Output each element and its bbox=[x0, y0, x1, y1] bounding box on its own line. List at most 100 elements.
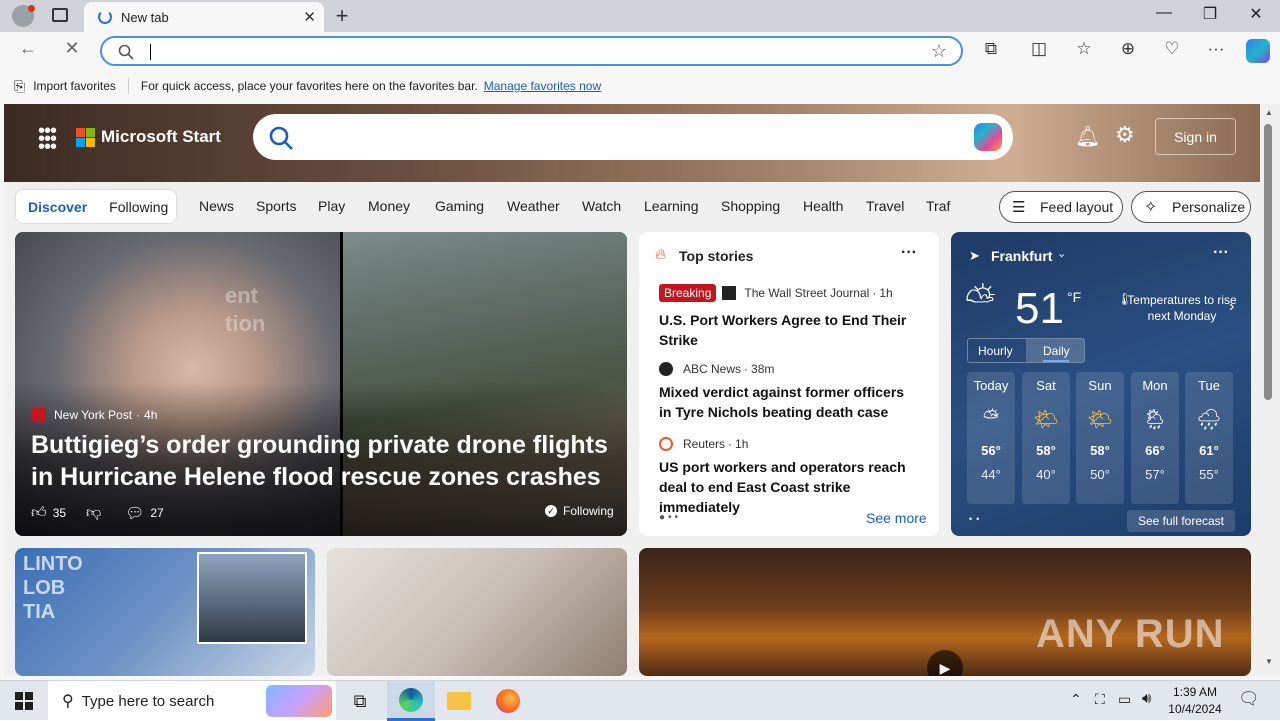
nav-travel[interactable]: Travel bbox=[866, 198, 904, 214]
scroll-down-icon[interactable]: ▼ bbox=[1265, 657, 1273, 666]
story-card-shopping[interactable] bbox=[327, 548, 627, 676]
more-options-icon[interactable]: ··· bbox=[901, 244, 917, 262]
nav-gaming[interactable]: Gaming bbox=[435, 198, 484, 214]
comment-icon[interactable]: 💬︎ bbox=[125, 504, 144, 522]
personalize-label: Personalize bbox=[1172, 199, 1246, 215]
forecast-low: 40° bbox=[1036, 467, 1056, 482]
story-1-title[interactable]: U.S. Port Workers Agree to End Their Str… bbox=[659, 310, 919, 350]
see-more-link[interactable]: See more bbox=[866, 510, 927, 526]
favorites-icon[interactable]: ☆ bbox=[1072, 39, 1096, 59]
nav-watch[interactable]: Watch bbox=[582, 198, 621, 214]
close-tab-icon[interactable]: ✕ bbox=[303, 8, 316, 26]
scroll-up-icon[interactable]: ▲ bbox=[1265, 108, 1273, 117]
collections-icon[interactable]: ⊕ bbox=[1116, 39, 1140, 59]
feed-layout-label: Feed layout bbox=[1040, 199, 1114, 215]
story-2-title[interactable]: Mixed verdict against former officers in… bbox=[659, 382, 919, 422]
chevron-right-icon[interactable]: › bbox=[1229, 298, 1234, 316]
nav-learning[interactable]: Learning bbox=[644, 198, 699, 214]
copilot-icon[interactable] bbox=[1246, 39, 1270, 63]
comment-count: 27 bbox=[150, 506, 164, 520]
thumbs-down-icon[interactable]: 👎︎ bbox=[86, 504, 101, 522]
taskbar-search[interactable]: ⚲ Type here to search bbox=[48, 681, 336, 721]
nav-traffic[interactable]: Traf bbox=[926, 198, 950, 214]
restore-button[interactable]: ❐ bbox=[1190, 4, 1230, 24]
web-search-box[interactable] bbox=[253, 114, 1013, 160]
browser-essentials-icon[interactable]: ♡ bbox=[1160, 39, 1184, 59]
carousel-dots[interactable]: ●•• bbox=[659, 512, 681, 523]
story-source: New York Post · 4h bbox=[32, 408, 157, 422]
anyrun-watermark: ANY RUN bbox=[1036, 612, 1225, 656]
favorite-star-icon[interactable]: ☆ bbox=[931, 41, 947, 62]
notifications-bell-icon[interactable]: 🔔︎ bbox=[1075, 124, 1100, 149]
split-screen-icon[interactable]: ◫ bbox=[1027, 39, 1051, 59]
sign-in-button[interactable]: Sign in bbox=[1155, 118, 1236, 155]
monitor-icon[interactable]: ▭ bbox=[1118, 691, 1131, 708]
task-view-icon[interactable]: ⧉ bbox=[336, 681, 384, 721]
nav-health[interactable]: Health bbox=[803, 198, 843, 214]
windows-logo-icon bbox=[15, 692, 33, 710]
forecast-day[interactable]: Mon 🌦︎ 66° 57° bbox=[1131, 372, 1179, 504]
nav-money[interactable]: Money bbox=[368, 198, 410, 214]
back-button[interactable]: ← bbox=[15, 38, 41, 59]
tab-following[interactable]: Following bbox=[109, 199, 168, 215]
tray-overflow-icon[interactable]: ⌃ bbox=[1070, 691, 1082, 708]
forecast-day[interactable]: Sat 🌤︎ 58° 40° bbox=[1022, 372, 1070, 504]
tab-actions-icon[interactable] bbox=[52, 8, 68, 22]
featured-story-card[interactable]: ent tion New York Post · 4h Buttigieg’s o… bbox=[15, 232, 627, 536]
tab-discover[interactable]: Discover bbox=[28, 199, 87, 215]
weather-location[interactable]: Frankfurt bbox=[991, 248, 1052, 264]
following-badge[interactable]: ✓ Following bbox=[545, 504, 614, 518]
stop-loading-button[interactable]: ✕ bbox=[59, 38, 85, 59]
carousel-dots[interactable]: •• bbox=[969, 514, 983, 524]
forecast-day[interactable]: Tue 🌧︎ 61° 55° bbox=[1185, 372, 1233, 504]
personalize-button[interactable]: ✧ Personalize bbox=[1131, 191, 1251, 223]
firefox-icon[interactable] bbox=[484, 681, 532, 721]
settings-gear-icon[interactable]: ⚙ bbox=[1115, 122, 1135, 148]
play-icon[interactable]: ▶ bbox=[927, 650, 963, 676]
new-tab-button[interactable]: + bbox=[330, 3, 354, 29]
see-full-forecast-button[interactable]: See full forecast bbox=[1127, 510, 1235, 532]
extensions-icon[interactable]: ⧉ bbox=[979, 39, 1003, 59]
minimize-button[interactable]: — bbox=[1144, 4, 1184, 22]
daily-tab[interactable]: Daily bbox=[1043, 344, 1070, 358]
weather-note[interactable]: Temperatures to rise next Monday bbox=[1127, 292, 1237, 324]
network-status-icon[interactable]: ⛶ bbox=[1095, 691, 1105, 708]
scrollbar-thumb[interactable] bbox=[1264, 124, 1272, 400]
app-launcher-icon[interactable]: ••• ••• ••• bbox=[38, 121, 60, 157]
close-window-button[interactable]: ✕ bbox=[1236, 4, 1276, 24]
page-scrollbar[interactable]: ▲ ▼ bbox=[1260, 104, 1280, 676]
feed-layout-button[interactable]: ☰ Feed layout bbox=[999, 191, 1123, 223]
story-3-source: Reuters · 1h bbox=[659, 437, 748, 451]
taskbar-clock[interactable]: 1:39 AM 10/4/2024 bbox=[1166, 684, 1224, 718]
notification-center-icon[interactable]: 🗨︎ bbox=[1238, 689, 1260, 709]
temperature-unit[interactable]: °F bbox=[1067, 289, 1081, 305]
nav-news[interactable]: News bbox=[199, 198, 234, 214]
hourly-tab[interactable]: Hourly bbox=[978, 344, 1013, 358]
more-options-icon[interactable]: ··· bbox=[1213, 244, 1229, 262]
following-label: Following bbox=[563, 504, 614, 518]
start-button[interactable] bbox=[0, 681, 48, 721]
tab-new-tab[interactable]: New tab ✕ bbox=[84, 2, 324, 32]
file-explorer-icon[interactable] bbox=[435, 681, 483, 721]
nav-shopping[interactable]: Shopping bbox=[721, 198, 780, 214]
edge-app-icon[interactable] bbox=[387, 681, 435, 721]
forecast-day[interactable]: Sun 🌤︎ 58° 50° bbox=[1076, 372, 1124, 504]
chevron-down-icon[interactable]: ⌄ bbox=[1057, 247, 1066, 260]
address-bar[interactable]: ☆ bbox=[100, 36, 963, 66]
import-favorites-button[interactable]: Import favorites bbox=[33, 79, 116, 93]
forecast-day[interactable]: Today ⛅︎ 56° 44° bbox=[967, 372, 1015, 504]
nav-sports[interactable]: Sports bbox=[256, 198, 296, 214]
story-headline[interactable]: Buttigieg’s order grounding private dron… bbox=[31, 429, 611, 493]
location-arrow-icon: ➤ bbox=[969, 248, 980, 263]
nav-play[interactable]: Play bbox=[318, 198, 345, 214]
thumbs-up-icon[interactable]: 👍︎ bbox=[31, 504, 47, 522]
search-icon bbox=[269, 126, 293, 150]
manage-favorites-link[interactable]: Manage favorites now bbox=[484, 79, 601, 93]
volume-icon[interactable]: 🔊︎ bbox=[1142, 690, 1151, 707]
story-card-politics[interactable]: LINTO LOB TIA bbox=[15, 548, 315, 676]
microsoft-start-logo[interactable]: Microsoft Start bbox=[76, 127, 221, 147]
more-menu-icon[interactable]: ··· bbox=[1204, 39, 1228, 59]
copilot-icon[interactable] bbox=[974, 123, 1002, 151]
nav-weather[interactable]: Weather bbox=[507, 198, 560, 214]
story-3-title[interactable]: US port workers and operators reach deal… bbox=[659, 457, 919, 517]
